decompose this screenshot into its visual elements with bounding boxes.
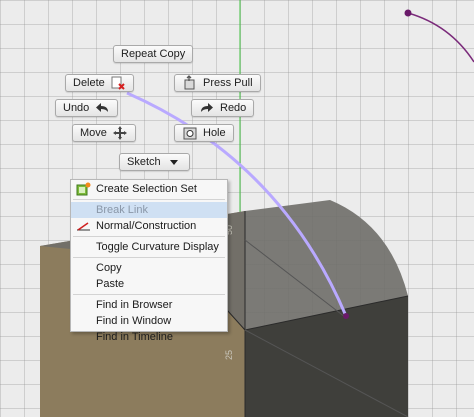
press-pull-icon: [182, 75, 198, 91]
hole-button[interactable]: Hole: [174, 124, 234, 142]
menu-separator: [73, 257, 225, 258]
menu-item-label: Find in Timeline: [96, 331, 174, 343]
menu-item-toggle-curvature[interactable]: Toggle Curvature Display: [71, 239, 227, 255]
menu-item-label: Create Selection Set: [96, 183, 197, 195]
sketch-arc[interactable]: [407, 12, 474, 63]
menu-item-label: Copy: [96, 262, 122, 274]
dimension-label-25: 25: [224, 350, 234, 360]
selection-set-icon: [76, 182, 91, 196]
menu-separator: [73, 199, 225, 200]
menu-separator: [73, 236, 225, 237]
sketch-label: Sketch: [127, 156, 161, 168]
menu-item-find-in-timeline[interactable]: Find in Timeline: [71, 329, 227, 345]
menu-separator: [73, 294, 225, 295]
move-label: Move: [80, 127, 107, 139]
press-pull-button[interactable]: Press Pull: [174, 74, 261, 92]
press-pull-label: Press Pull: [203, 77, 253, 89]
redo-button[interactable]: Redo: [191, 99, 255, 117]
menu-item-find-in-window[interactable]: Find in Window: [71, 313, 227, 329]
hole-label: Hole: [203, 127, 226, 139]
menu-item-paste[interactable]: Paste: [71, 276, 227, 292]
construction-line-icon: [76, 219, 91, 233]
move-icon: [112, 125, 128, 141]
menu-item-normal-construction[interactable]: Normal/Construction: [71, 218, 227, 234]
undo-icon: [94, 100, 110, 116]
menu-item-label: Normal/Construction: [96, 220, 197, 232]
menu-item-label: Paste: [96, 278, 125, 290]
sketch-endpoint[interactable]: [343, 313, 349, 319]
sketch-arc-point[interactable]: [404, 9, 412, 17]
move-button[interactable]: Move: [72, 124, 136, 142]
menu-item-create-selection-set[interactable]: Create Selection Set: [71, 181, 227, 197]
menu-item-label: Break Link: [96, 204, 148, 216]
repeat-copy-button[interactable]: Repeat Copy: [113, 45, 194, 63]
sketch-dropdown-button[interactable]: Sketch: [119, 153, 190, 171]
delete-button[interactable]: Delete: [65, 74, 134, 92]
repeat-copy-label: Repeat Copy: [121, 48, 186, 60]
context-menu[interactable]: Create Selection Set Break Link Normal/C…: [70, 179, 228, 343]
redo-label: Redo: [220, 102, 247, 114]
delete-icon: [110, 75, 126, 91]
menu-item-label: Find in Browser: [96, 299, 173, 311]
menu-item-find-in-browser[interactable]: Find in Browser: [71, 297, 227, 313]
menu-item-label: Find in Window: [96, 315, 172, 327]
undo-button[interactable]: Undo: [55, 99, 119, 117]
undo-label: Undo: [63, 102, 90, 114]
canvas-viewport[interactable]: 50 25 Repeat Copy Delete Press Pull Undo…: [0, 0, 474, 417]
hole-icon: [182, 125, 198, 141]
redo-icon: [199, 100, 215, 116]
menu-item-break-link[interactable]: Break Link: [71, 202, 227, 218]
menu-item-copy[interactable]: Copy: [71, 260, 227, 276]
delete-label: Delete: [73, 77, 105, 89]
menu-item-label: Toggle Curvature Display: [96, 241, 219, 253]
chevron-down-icon: [166, 154, 182, 170]
